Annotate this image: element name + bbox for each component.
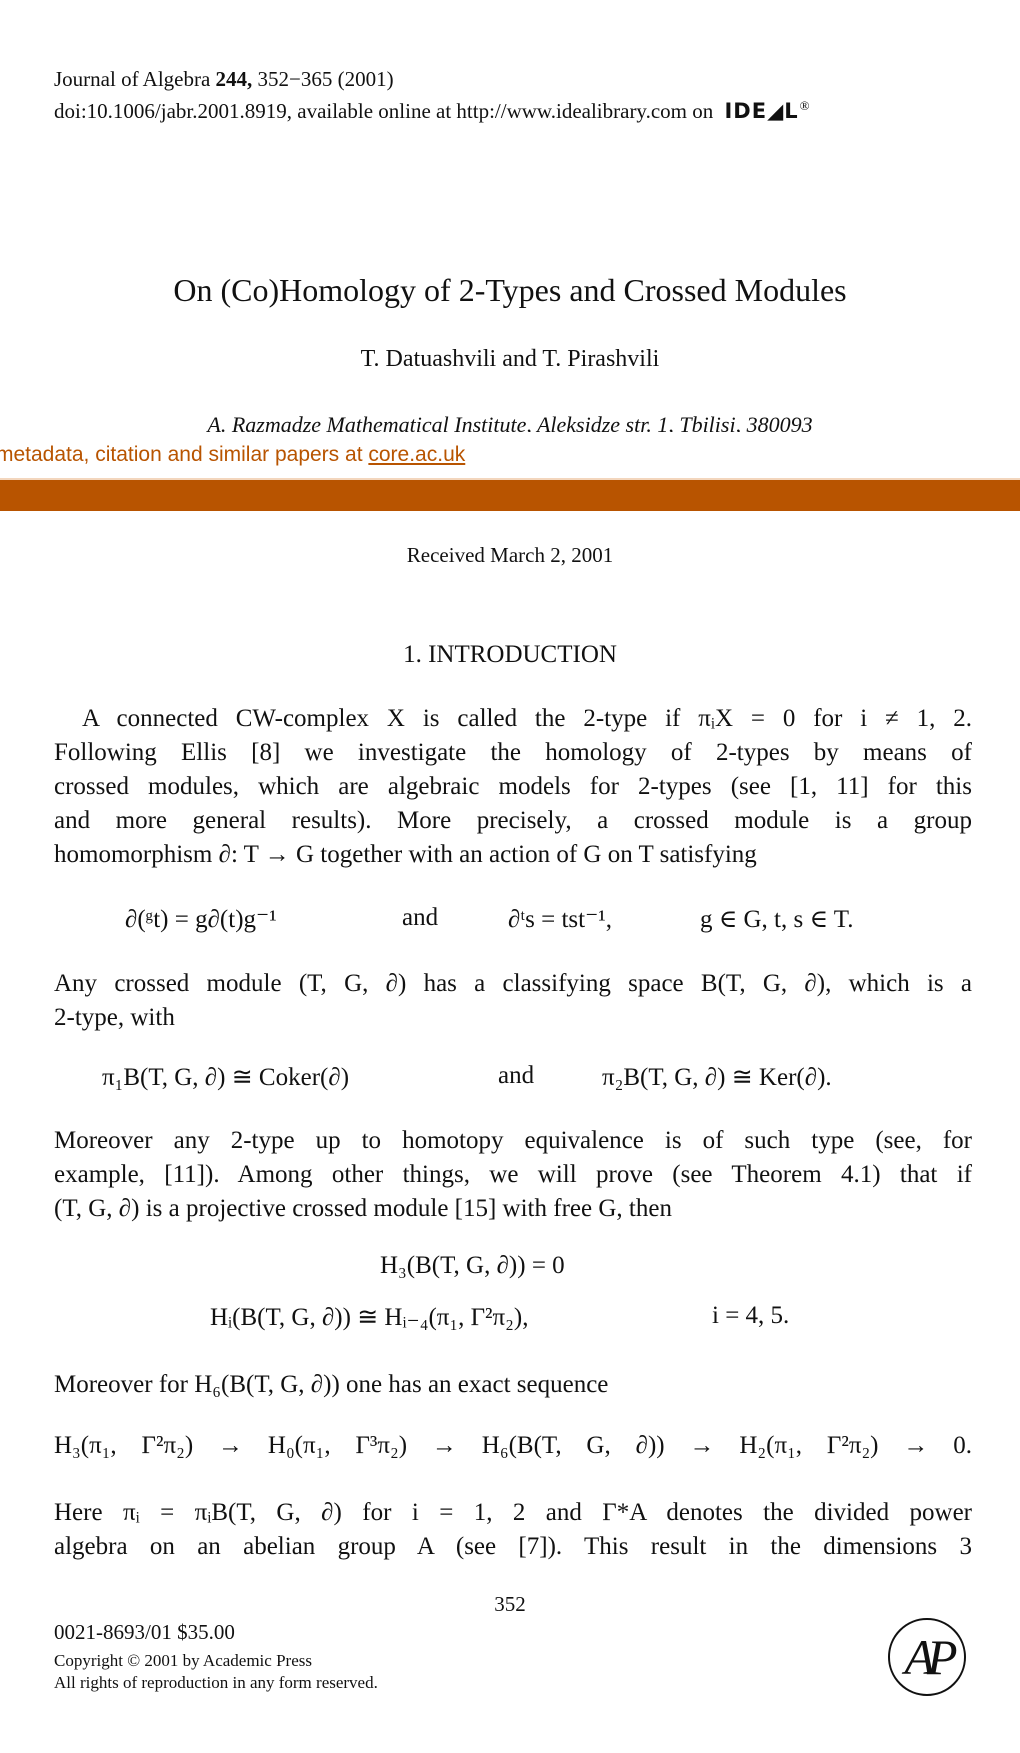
equation-exact-sequence: H₃(π₁, Γ²π₂) → H₀(π₁, Γ³π₂) → H₆(B(T, G,…	[54, 1432, 972, 1459]
copyright-text: Copyright © 2001 by Academic Press	[54, 1651, 312, 1670]
core-banner-bar[interactable]	[0, 478, 1020, 511]
received-date: Received March 2, 2001	[406, 543, 614, 567]
article-title: On (Co)Homology of 2-Types and Crossed M…	[173, 272, 847, 308]
text-line: algebra on an abelian group A (see [7]).…	[54, 1533, 972, 1560]
equation-and: and	[402, 904, 439, 931]
equation-condition: i = 4, 5.	[712, 1302, 790, 1329]
journal-volume: 244,	[215, 67, 253, 91]
rights-text: All rights of reproduction in any form r…	[54, 1673, 378, 1692]
core-link[interactable]: core.ac.uk	[368, 443, 465, 466]
ideal-logo-icon: IDE◢L®	[724, 99, 809, 122]
journal-citation: Journal of Algebra 244, 352−365 (2001)	[54, 69, 394, 90]
equation-part: π₁B(T, G, ∂) ≅ Coker(∂)	[102, 1064, 350, 1091]
equation-hi: Hᵢ(B(T, G, ∂)) ≅ Hᵢ₋₄(π₁, Γ²π₂),	[210, 1304, 529, 1331]
text-line: crossed modules, which are algebraic mod…	[54, 773, 972, 800]
text-line: example, [11]). Among other things, we w…	[54, 1161, 972, 1188]
ideal-logo-text: IDE◢L	[724, 98, 799, 123]
equation-part: π₂B(T, G, ∂) ≅ Ker(∂).	[602, 1064, 832, 1091]
author-affiliation: A. Razmadze Mathematical Institute, Alek…	[207, 412, 813, 432]
registered-mark: ®	[799, 97, 810, 113]
issn-price: 0021-8693/01 $35.00	[54, 1620, 235, 1644]
text-line: 2-type, with	[54, 1004, 175, 1031]
section-heading: 1. INTRODUCTION	[403, 641, 617, 668]
text-line: (T, G, ∂) is a projective crossed module…	[54, 1195, 672, 1222]
equation-part: g ∈ G, t, s ∈ T.	[700, 906, 854, 933]
journal-pages-year: 352−365 (2001)	[252, 67, 394, 91]
paragraph-2: Any crossed module (T, G, ∂) has a class…	[54, 967, 972, 1035]
paragraph-1: A connected CW-complex X is called the 2…	[54, 702, 972, 872]
article-authors: T. Datuashvili and T. Pirashvili	[360, 346, 660, 372]
journal-name: Journal of Algebra	[54, 67, 216, 91]
text-line: A connected CW-complex X is called the 2…	[82, 705, 972, 732]
academic-press-logo-icon: AP	[888, 1618, 966, 1696]
equation-part: ∂ᵗs = tst⁻¹,	[508, 906, 613, 933]
core-banner-prefix: metadata, citation and similar papers at	[0, 443, 369, 466]
page-number: 352	[494, 1592, 526, 1616]
equation-h3: H₃(B(T, G, ∂)) = 0	[380, 1252, 565, 1279]
text-line: Any crossed module (T, G, ∂) has a class…	[54, 970, 972, 997]
equation-crossed-module-axioms: ∂(ᵍt) = g∂(t)g⁻¹	[125, 904, 277, 934]
text-line: Moreover any 2-type up to homotopy equiv…	[54, 1127, 972, 1154]
equation-and: and	[498, 1062, 535, 1089]
text-line: Here πᵢ = πᵢB(T, G, ∂) for i = 1, 2 and …	[54, 1499, 972, 1526]
paragraph-4: Moreover for H₆(B(T, G, ∂)) one has an e…	[54, 1368, 972, 1402]
text-line: and more general results). More precisel…	[54, 807, 972, 834]
text-line: Following Ellis [8] we investigate the h…	[54, 739, 972, 766]
copyright-block: Copyright © 2001 by Academic Press All r…	[54, 1650, 378, 1694]
doi-text[interactable]: doi:10.1006/jabr.2001.8919, available on…	[54, 99, 713, 123]
core-banner-text: metadata, citation and similar papers at…	[0, 443, 465, 467]
paragraph-3: Moreover any 2-type up to homotopy equiv…	[54, 1124, 972, 1226]
paragraph-5: Here πᵢ = πᵢB(T, G, ∂) for i = 1, 2 and …	[54, 1496, 972, 1564]
text-line: homomorphism ∂: T → G together with an a…	[54, 841, 757, 868]
text-line: Moreover for H₆(B(T, G, ∂)) one has an e…	[54, 1371, 609, 1398]
publisher-logo-text: AP	[904, 1629, 957, 1685]
doi-line: doi:10.1006/jabr.2001.8919, available on…	[54, 99, 810, 125]
equation-part: ∂(ᵍt) = g∂(t)g⁻¹	[125, 906, 277, 933]
